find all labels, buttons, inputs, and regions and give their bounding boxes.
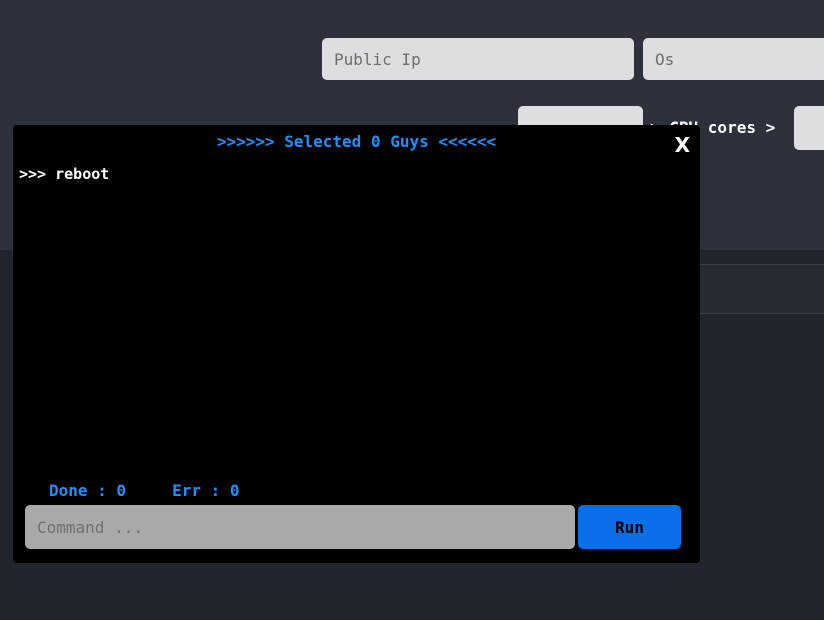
done-count: Done : 0 [49, 481, 127, 500]
terminal-title: >>>>>> Selected 0 Guys <<<<<< [216, 132, 497, 151]
command-input[interactable] [25, 505, 575, 549]
terminal-output: >>> reboot [19, 165, 110, 183]
terminal-stats: Done : 0 Err : 0 [49, 481, 240, 500]
os-filter-input[interactable] [643, 38, 824, 80]
run-button[interactable]: Run [578, 505, 681, 549]
cpu-max-input[interactable] [794, 106, 824, 150]
error-count: Err : 0 [172, 481, 240, 500]
close-button[interactable]: X [675, 133, 690, 157]
public-ip-filter-input[interactable] [322, 38, 634, 80]
terminal-modal: >>>>>> Selected 0 Guys <<<<<< X >>> rebo… [13, 125, 700, 563]
